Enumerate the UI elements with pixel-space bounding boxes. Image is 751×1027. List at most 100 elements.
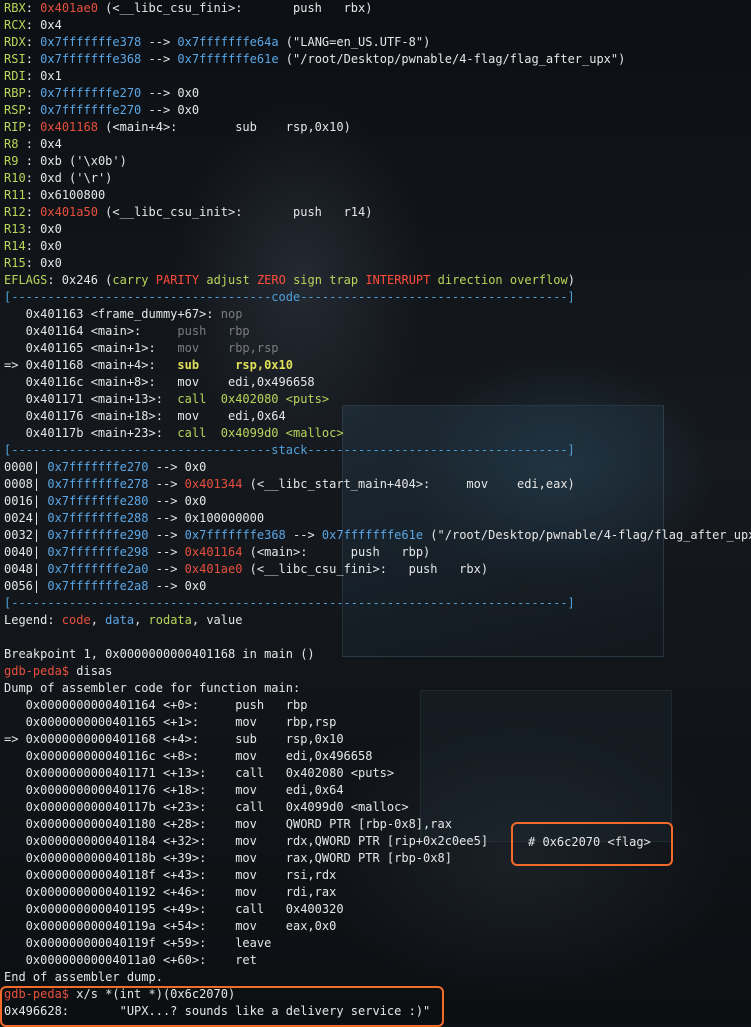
stack-address: 0x7fffffffe2a8 bbox=[47, 579, 149, 593]
register-line: R12: 0x401a50 (<__libc_csu_init>: push r… bbox=[4, 204, 751, 221]
disas-instruction: 0x0000000000401164 <+0>: push rbp bbox=[4, 698, 308, 712]
stack-detail: --> 0x0 bbox=[148, 579, 207, 593]
register-line: RSI: 0x7fffffffe368 --> 0x7fffffffe61e (… bbox=[4, 51, 751, 68]
register-line: R11: 0x6100800 bbox=[4, 187, 751, 204]
disas-line: 0x0000000000401171 <+13>: call 0x402080 … bbox=[4, 765, 751, 782]
text: : bbox=[25, 52, 41, 66]
stack-offset: 0048| bbox=[4, 562, 48, 576]
dump-end: End of assembler dump. bbox=[4, 970, 163, 984]
stack-line: 0040| 0x7fffffffe298 --> 0x401164 (<main… bbox=[4, 544, 751, 561]
disas-line: 0x000000000040119a <+54>: mov eax,0x0 bbox=[4, 918, 751, 935]
stack-offset: 0040| bbox=[4, 545, 48, 559]
disas-line: => 0x0000000000401168 <+4>: sub rsp,0x10 bbox=[4, 731, 751, 748]
breakpoint-message: Breakpoint 1, 0x0000000000401168 in main… bbox=[4, 647, 315, 661]
text bbox=[430, 273, 437, 287]
stack-detail: (<__libc_csu_fini>: push rbx) bbox=[242, 562, 489, 576]
code-address: 0x401176 <main+18>: bbox=[4, 409, 178, 423]
dump-header: Dump of assembler code for function main… bbox=[4, 681, 301, 695]
text: : bbox=[25, 103, 41, 117]
text: : bbox=[25, 256, 41, 270]
disas-instruction: 0x0000000000401192 <+46>: mov rdi,rax bbox=[4, 885, 337, 899]
register-detail: (<main+4>: sub rsp,0x10) bbox=[97, 120, 351, 134]
disas-instruction: 0x000000000040118f <+43>: mov rsi,rdx bbox=[4, 868, 337, 882]
disas-instruction: 0x0000000000401165 <+1>: mov rbp,rsp bbox=[4, 715, 337, 729]
disas-line: 0x000000000040119f <+59>: leave bbox=[4, 935, 751, 952]
disas-line: 0x0000000000401192 <+46>: mov rdi,rax bbox=[4, 884, 751, 901]
code-line: => 0x401168 <main+4>: sub rsp,0x10 bbox=[4, 357, 751, 374]
text: --> bbox=[148, 562, 185, 576]
text: : bbox=[25, 137, 41, 151]
eflag: adjust bbox=[206, 273, 250, 287]
code-line: 0x401176 <main+18>: mov edi,0x64 bbox=[4, 408, 751, 425]
register-value: 0xd ('\r') bbox=[40, 171, 113, 185]
register-name: R10 bbox=[4, 171, 26, 185]
stack-detail: --> 0x100000000 bbox=[148, 511, 265, 525]
register-value: 0x401ae0 bbox=[40, 1, 98, 15]
disas-line: 0x0000000000401164 <+0>: push rbp bbox=[4, 697, 751, 714]
disas-instruction: => 0x0000000000401168 <+4>: sub rsp,0x10 bbox=[4, 732, 344, 746]
eflags-label: EFLAGS bbox=[4, 273, 48, 287]
eflags-value: : 0x246 ( bbox=[47, 273, 113, 287]
gdb-command: disas bbox=[76, 664, 113, 678]
disas-instruction: 0x0000000000401176 <+18>: mov edi,0x64 bbox=[4, 783, 344, 797]
code-instruction: sub rsp,0x10 bbox=[177, 358, 293, 372]
register-value: 0x401168 bbox=[40, 120, 98, 134]
code-line: 0x401165 <main+1>: mov rbp,rsp bbox=[4, 340, 751, 357]
stack-detail: (<__libc_start_main+404>: mov edi,eax) bbox=[242, 477, 575, 491]
stack-line: 0000| 0x7fffffffe270 --> 0x0 bbox=[4, 459, 751, 476]
register-name: RSP bbox=[4, 103, 26, 117]
disas-instruction: 0x000000000040117b <+23>: call 0x4099d0 … bbox=[4, 800, 409, 814]
register-name: R15 bbox=[4, 256, 26, 270]
register-detail: ("LANG=en_US.UTF-8") bbox=[278, 35, 431, 49]
text: : bbox=[25, 120, 41, 134]
stack-line: 0048| 0x7fffffffe2a0 --> 0x401ae0 (<__li… bbox=[4, 561, 751, 578]
register-line: R15: 0x0 bbox=[4, 255, 751, 272]
separator-end: [---------------------------------------… bbox=[4, 596, 575, 610]
stack-line: 0024| 0x7fffffffe288 --> 0x100000000 bbox=[4, 510, 751, 527]
register-name: RSI bbox=[4, 52, 26, 66]
disas-instruction: 0x0000000000401180 <+28>: mov QWORD PTR … bbox=[4, 817, 452, 831]
text: , bbox=[134, 613, 149, 627]
register-value: 0x4 bbox=[40, 137, 62, 151]
text bbox=[503, 273, 510, 287]
text: --> bbox=[148, 477, 185, 491]
disas-line: 0x00000000004011a0 <+60>: ret bbox=[4, 952, 751, 969]
gdb-prompt: gdb-peda$ bbox=[4, 664, 77, 678]
disas-line: 0x000000000040118f <+43>: mov rsi,rdx bbox=[4, 867, 751, 884]
stack-address: 0x7fffffffe290 bbox=[47, 528, 149, 542]
text: : bbox=[25, 188, 41, 202]
register-name: RDX bbox=[4, 35, 26, 49]
code-instruction: mov edi,0x64 bbox=[177, 409, 286, 423]
code-instruction: mov edi,0x496658 bbox=[177, 375, 315, 389]
code-instruction: push rbp bbox=[177, 324, 250, 338]
stack-code-pointer: 0x401164 bbox=[184, 545, 243, 559]
text: : bbox=[25, 205, 41, 219]
text: : bbox=[25, 171, 41, 185]
register-pointer: 0x7fffffffe64a bbox=[177, 35, 279, 49]
register-name: RIP bbox=[4, 120, 26, 134]
register-line: RCX: 0x4 bbox=[4, 17, 751, 34]
text: , bbox=[191, 613, 207, 627]
register-line: RSP: 0x7fffffffe270 --> 0x0 bbox=[4, 102, 751, 119]
legend-label: Legend: bbox=[4, 613, 62, 627]
text: --> bbox=[141, 35, 178, 49]
code-instruction: call 0x402080 <puts> bbox=[177, 392, 330, 406]
stack-line: 0008| 0x7fffffffe278 --> 0x401344 (<__li… bbox=[4, 476, 751, 493]
text bbox=[149, 273, 156, 287]
text: --> bbox=[285, 528, 322, 542]
separator-stack: [------------------------------------sta… bbox=[4, 443, 575, 457]
text: : bbox=[25, 69, 41, 83]
gdb-terminal[interactable]: RBX: 0x401ae0 (<__libc_csu_fini>: push r… bbox=[4, 0, 751, 1020]
stack-address: 0x7fffffffe298 bbox=[47, 545, 149, 559]
register-line: RBX: 0x401ae0 (<__libc_csu_fini>: push r… bbox=[4, 0, 751, 17]
register-value: 0x1 bbox=[40, 69, 62, 83]
stack-offset: 0032| bbox=[4, 528, 48, 542]
stack-detail: --> 0x0 bbox=[148, 494, 207, 508]
disas-line: 0x000000000040117b <+23>: call 0x4099d0 … bbox=[4, 799, 751, 816]
stack-code-pointer: 0x401344 bbox=[184, 477, 243, 491]
text: ) bbox=[567, 273, 575, 287]
text: 0x7fffffffe368 bbox=[184, 528, 286, 542]
eflag: PARITY bbox=[155, 273, 200, 287]
register-line: R9 : 0xb ('\x0b') bbox=[4, 153, 751, 170]
result-highlight-box bbox=[0, 986, 444, 1027]
